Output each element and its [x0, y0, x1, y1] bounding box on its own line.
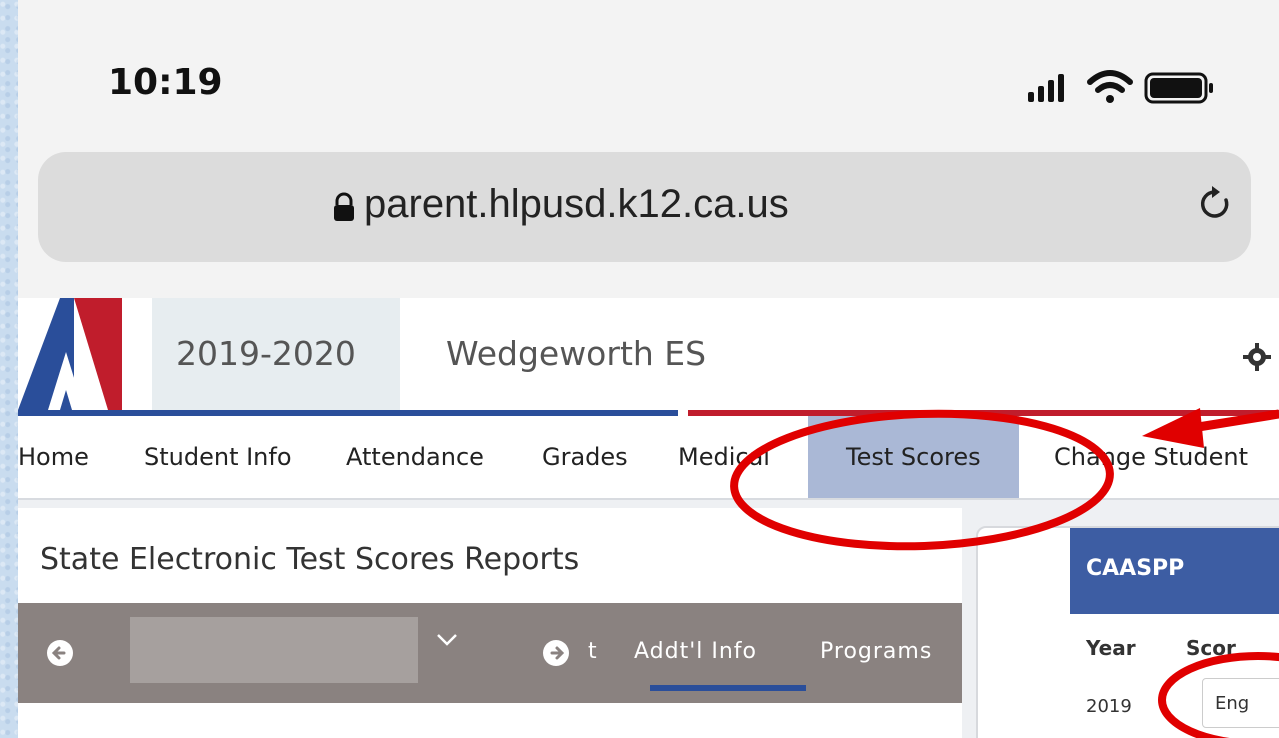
nav-medical[interactable]: Medical [678, 416, 770, 498]
lock-icon [334, 192, 354, 221]
arrow-left-icon[interactable] [46, 639, 74, 667]
nav-attendance[interactable]: Attendance [346, 416, 484, 498]
tab-programs[interactable]: Programs [820, 639, 932, 664]
caaspp-header: CAASPP [1070, 528, 1279, 614]
content-area [18, 718, 962, 738]
page-title: State Electronic Test Scores Reports [40, 542, 580, 577]
school-year: 2019-2020 [176, 334, 356, 373]
phone-screen: 10:19 parent.hlpusd.k12.ca.us 2019-2020 … [18, 0, 1279, 738]
gear-icon[interactable] [1242, 342, 1272, 372]
nav-student-info[interactable]: Student Info [144, 416, 292, 498]
address-bar[interactable]: parent.hlpusd.k12.ca.us [38, 152, 1251, 262]
app-header: 2019-2020 Wedgeworth ES [18, 298, 1279, 416]
nav-grades[interactable]: Grades [542, 416, 628, 498]
active-tab-underline [650, 685, 806, 691]
status-icons [1028, 70, 1238, 110]
url-text: parent.hlpusd.k12.ca.us [364, 182, 789, 226]
tab-addtl-info[interactable]: Addt'l Info [634, 639, 757, 664]
cellular-signal-icon [1028, 74, 1064, 102]
school-name: Wedgeworth ES [446, 334, 707, 373]
aeries-logo [18, 298, 122, 410]
nav-home[interactable]: Home [18, 416, 89, 498]
nav-test-scores[interactable]: Test Scores [808, 416, 1019, 498]
caaspp-title: CAASPP [1086, 556, 1185, 581]
wifi-icon [1087, 70, 1133, 103]
column-score: Scor [1186, 636, 1236, 660]
score-select[interactable]: Eng [1202, 678, 1279, 728]
caaspp-card: CAASPP Year Scor 2019 Eng [976, 526, 1279, 738]
tab-fragment[interactable]: t [588, 639, 597, 664]
battery-icon [1144, 72, 1213, 104]
student-selector-bar: t Addt'l Info Programs [18, 603, 962, 703]
status-time: 10:19 [108, 62, 223, 103]
reload-icon[interactable] [1198, 184, 1234, 226]
chevron-down-icon[interactable] [436, 633, 458, 647]
row-year: 2019 [1086, 696, 1132, 717]
arrow-right-icon[interactable] [542, 639, 570, 667]
student-name-box-redacted[interactable] [130, 617, 418, 683]
aeries-app: 2019-2020 Wedgeworth ES Home Student Inf… [18, 298, 1279, 738]
main-nav: Home Student Info Attendance Grades Medi… [18, 416, 1279, 500]
column-year: Year [1086, 636, 1136, 660]
nav-change-student[interactable]: Change Student [1054, 416, 1248, 498]
score-select-value: Eng [1215, 693, 1250, 714]
